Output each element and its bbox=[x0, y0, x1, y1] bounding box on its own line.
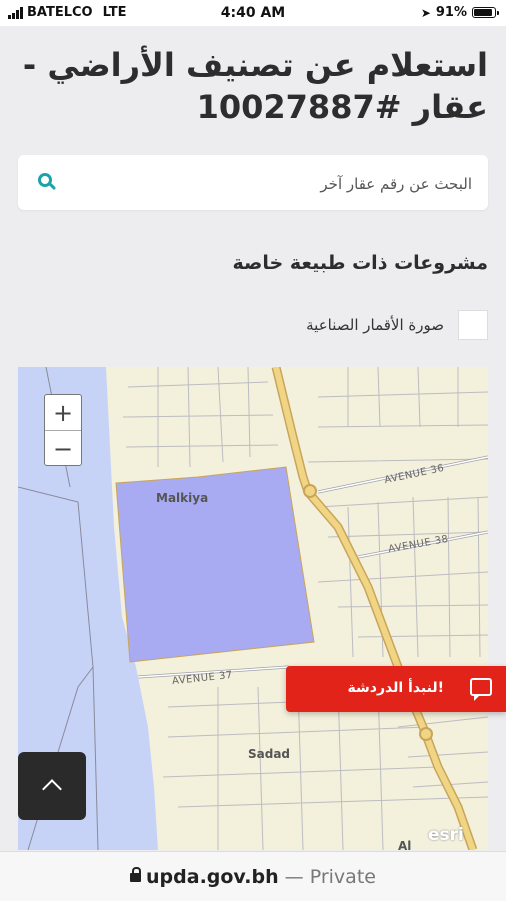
url-display[interactable]: upda.gov.bh — Private bbox=[0, 866, 506, 888]
map-canvas[interactable] bbox=[18, 367, 488, 850]
map-label-sadad: Sadad bbox=[248, 747, 291, 761]
url-host: upda.gov.bh bbox=[146, 866, 279, 888]
map-view[interactable]: + − Malkiya Sadad Al Shahraqan AVENUE 36… bbox=[18, 367, 488, 850]
search-input[interactable] bbox=[70, 155, 474, 212]
search-icon[interactable] bbox=[38, 173, 52, 187]
esri-logo: esri bbox=[428, 825, 464, 845]
satellite-toggle-row[interactable]: صورة الأقمار الصناعية bbox=[306, 310, 488, 340]
search-box[interactable] bbox=[18, 155, 488, 212]
scroll-to-top-button[interactable] bbox=[18, 752, 86, 820]
battery-percent: 91% bbox=[435, 5, 467, 20]
lock-icon bbox=[130, 867, 142, 882]
chevron-up-icon bbox=[42, 779, 62, 799]
page-title: استعلام عن تصنيف الأراضي - عقار #1002788… bbox=[22, 46, 488, 126]
location-arrow-icon: ➤ bbox=[420, 5, 431, 20]
special-projects-heading: مشروعات ذات طبيعة خاصة bbox=[232, 252, 489, 274]
browser-url-bar[interactable]: upda.gov.bh — Private bbox=[0, 851, 506, 901]
zoom-in-button[interactable]: + bbox=[45, 395, 81, 431]
zoom-control[interactable]: + − bbox=[44, 394, 82, 466]
map-label-malkiya: Malkiya bbox=[156, 491, 209, 505]
satellite-checkbox[interactable] bbox=[458, 310, 488, 340]
start-chat-label: !لنبدأ الدردشة bbox=[347, 680, 444, 696]
chat-bubble-icon bbox=[470, 678, 492, 701]
private-mode-label: Private bbox=[309, 866, 376, 888]
battery-icon bbox=[472, 7, 499, 18]
status-right: ➤ 91% bbox=[420, 5, 499, 20]
url-separator: — bbox=[284, 866, 304, 888]
status-bar: BATELCO LTE 4:40 AM ➤ 91% bbox=[0, 0, 506, 26]
zoom-out-button[interactable]: − bbox=[45, 431, 81, 466]
satellite-label[interactable]: صورة الأقمار الصناعية bbox=[306, 316, 444, 334]
start-chat-button[interactable]: !لنبدأ الدردشة bbox=[286, 666, 506, 712]
